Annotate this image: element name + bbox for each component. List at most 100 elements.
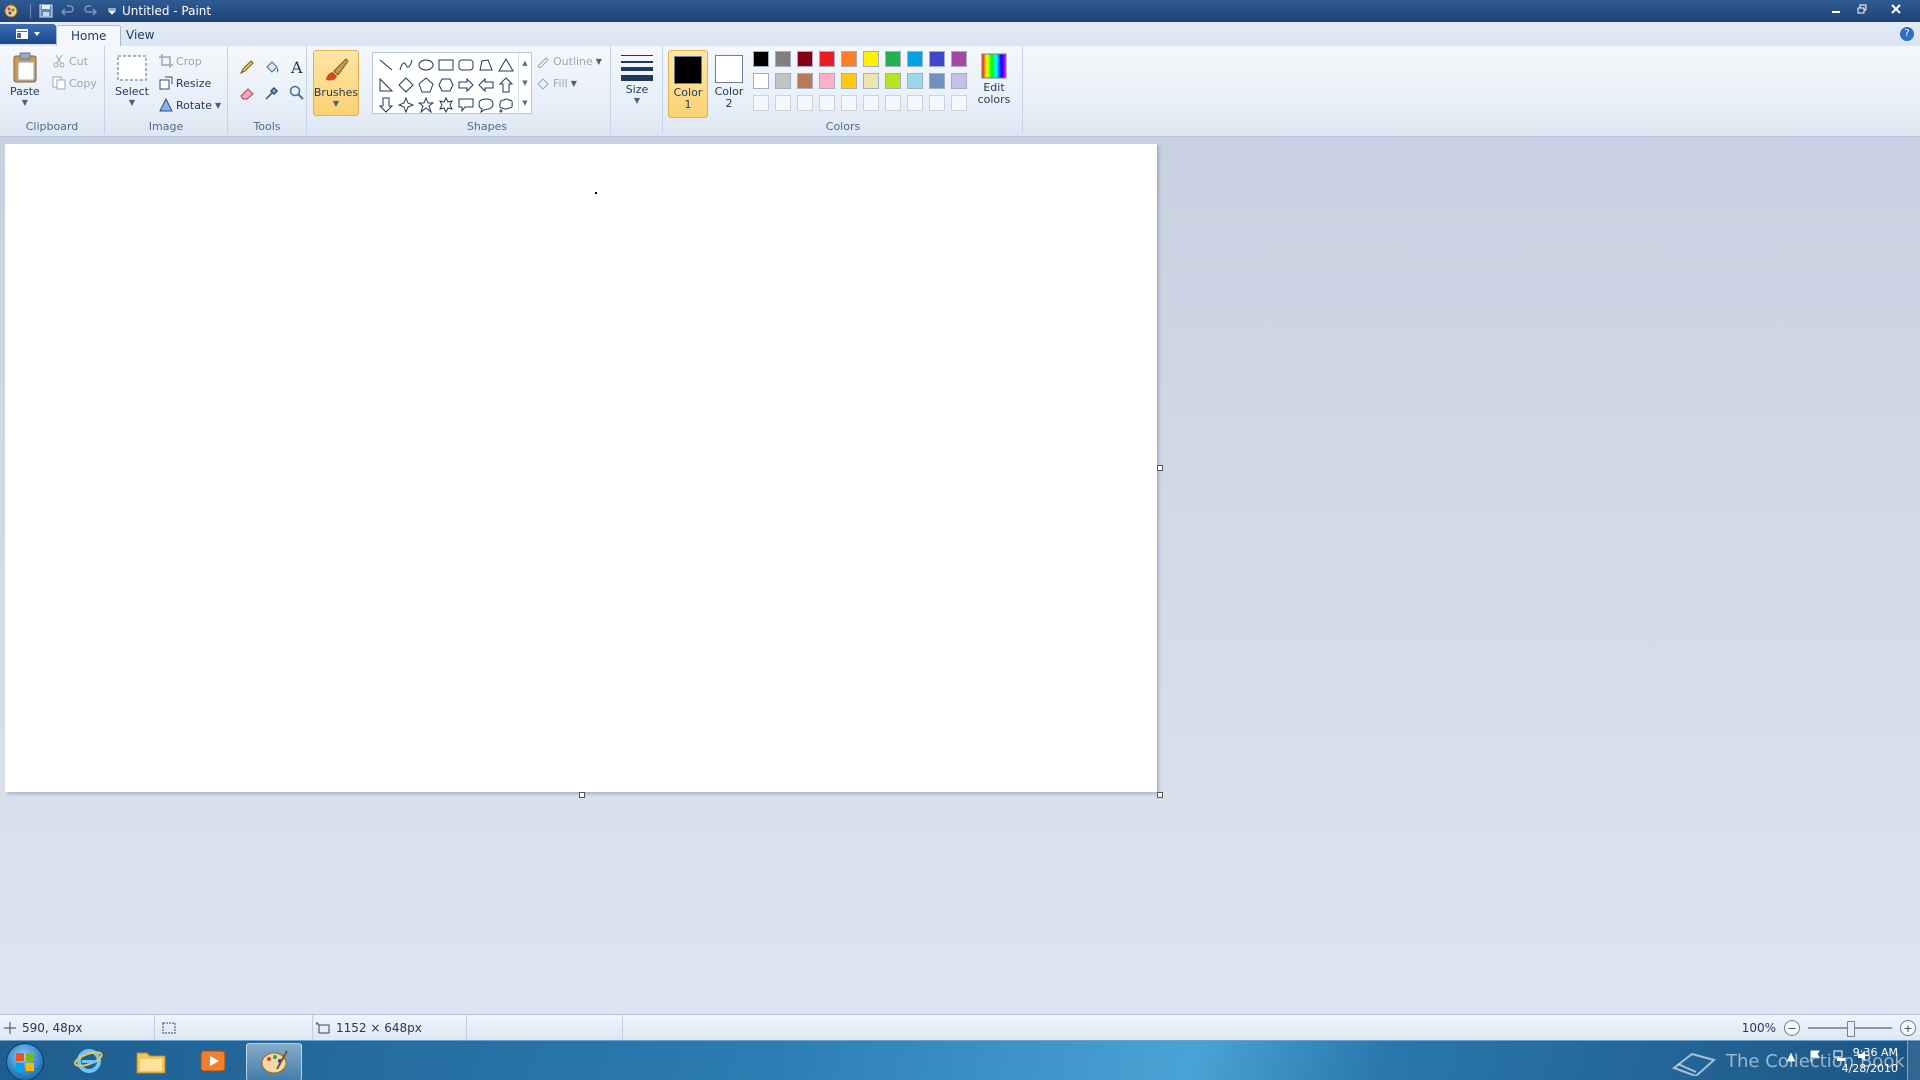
palette-swatch[interactable] [951,73,967,89]
rect-callout-shape[interactable] [456,95,476,115]
palette-swatch[interactable] [951,51,967,67]
resize-button[interactable]: Resize [159,74,211,92]
palette-swatch[interactable] [797,51,813,67]
fill-tool[interactable] [261,56,283,78]
palette-swatch[interactable] [907,73,923,89]
action-center-flag-icon[interactable] [1808,1049,1822,1063]
text-tool[interactable]: A [286,56,308,78]
polygon-shape[interactable] [476,55,496,75]
rotate-button[interactable]: Rotate ▼ [159,96,221,114]
palette-swatch[interactable] [753,51,769,67]
up-arrow-shape[interactable] [496,75,516,95]
zoom-slider[interactable] [1808,1021,1892,1037]
help-icon[interactable]: ? [1900,27,1914,41]
resize-handle-corner[interactable] [1157,792,1163,798]
right-arrow-shape[interactable] [456,75,476,95]
edit-colors-button[interactable]: Edit colors [974,52,1014,106]
custom-color-slot[interactable] [885,95,901,111]
taskbar-media-player[interactable] [186,1043,240,1079]
undo-icon[interactable] [59,2,77,20]
oval-shape[interactable] [416,55,436,75]
paint-app-icon[interactable] [2,2,20,20]
custom-color-slot[interactable] [841,95,857,111]
palette-swatch[interactable] [753,73,769,89]
custom-color-slot[interactable] [819,95,835,111]
palette-swatch[interactable] [885,51,901,67]
line-shape[interactable] [376,55,396,75]
down-arrow-shape[interactable] [376,95,396,115]
four-point-star-shape[interactable] [396,95,416,115]
palette-swatch[interactable] [775,73,791,89]
triangle-shape[interactable] [496,55,516,75]
eraser-tool[interactable] [236,82,258,104]
paste-button[interactable]: Paste ▼ [10,52,40,107]
shapes-scroll[interactable]: ▲ ▼ ▼ [518,53,531,113]
palette-swatch[interactable] [863,73,879,89]
palette-swatch[interactable] [797,73,813,89]
save-icon[interactable] [37,2,55,20]
zoom-out-button[interactable]: − [1784,1020,1800,1036]
custom-color-slot[interactable] [775,95,791,111]
palette-swatch[interactable] [929,51,945,67]
six-point-star-shape[interactable] [436,95,456,115]
custom-color-slot[interactable] [797,95,813,111]
copy-button[interactable]: Copy [52,74,97,92]
select-button[interactable]: Select ▼ [115,52,149,107]
size-button[interactable]: Size ▼ [618,52,656,105]
zoom-slider-thumb[interactable] [1847,1021,1855,1037]
paint-menu-button[interactable] [0,24,56,44]
pentagon-shape[interactable] [416,75,436,95]
crop-button[interactable]: Crop [159,52,202,70]
diamond-shape[interactable] [396,75,416,95]
fill-button[interactable]: Fill ▼ [536,74,577,92]
palette-swatch[interactable] [819,51,835,67]
rounded-rectangle-shape[interactable] [456,55,476,75]
taskbar-paint[interactable] [246,1043,302,1080]
canvas-workspace[interactable] [0,137,1920,1014]
taskbar-file-explorer[interactable] [124,1043,178,1079]
oval-callout-shape[interactable] [476,95,496,115]
color1-button[interactable]: Color 1 [668,50,708,118]
scroll-down-icon[interactable]: ▼ [522,79,527,87]
expand-gallery-icon[interactable]: ▼ [522,99,527,107]
rectangle-shape[interactable] [436,55,456,75]
resize-handle-bottom[interactable] [579,792,585,798]
taskbar-internet-explorer[interactable] [62,1043,116,1079]
customize-qat-icon[interactable] [103,2,121,20]
show-hidden-icons-icon[interactable]: ▲ [1784,1049,1798,1063]
scroll-up-icon[interactable]: ▲ [522,59,527,67]
restore-button[interactable] [1850,0,1874,18]
drawing-canvas[interactable] [5,144,1157,792]
color2-button[interactable]: Color 2 [710,50,748,116]
cloud-callout-shape[interactable] [496,95,516,115]
custom-color-slot[interactable] [907,95,923,111]
color-picker-tool[interactable] [261,82,283,104]
left-arrow-shape[interactable] [476,75,496,95]
pencil-tool[interactable] [236,56,258,78]
palette-swatch[interactable] [841,51,857,67]
custom-color-slot[interactable] [929,95,945,111]
custom-color-slot[interactable] [951,95,967,111]
right-triangle-shape[interactable] [376,75,396,95]
cut-button[interactable]: Cut [52,52,88,70]
show-desktop-button[interactable] [1907,1041,1920,1080]
palette-swatch[interactable] [841,73,857,89]
redo-icon[interactable] [81,2,99,20]
outline-button[interactable]: Outline ▼ [536,52,602,70]
hexagon-shape[interactable] [436,75,456,95]
resize-handle-right[interactable] [1157,465,1163,471]
close-button[interactable] [1876,0,1916,18]
minimize-button[interactable] [1824,0,1848,18]
palette-swatch[interactable] [929,73,945,89]
palette-swatch[interactable] [907,51,923,67]
palette-swatch[interactable] [819,73,835,89]
custom-color-slot[interactable] [863,95,879,111]
palette-swatch[interactable] [863,51,879,67]
brushes-button[interactable]: Brushes ▼ [313,50,359,116]
curve-shape[interactable] [396,55,416,75]
zoom-in-button[interactable]: + [1900,1020,1916,1036]
five-point-star-shape[interactable] [416,95,436,115]
start-button[interactable] [6,1043,44,1080]
palette-swatch[interactable] [885,73,901,89]
palette-swatch[interactable] [775,51,791,67]
